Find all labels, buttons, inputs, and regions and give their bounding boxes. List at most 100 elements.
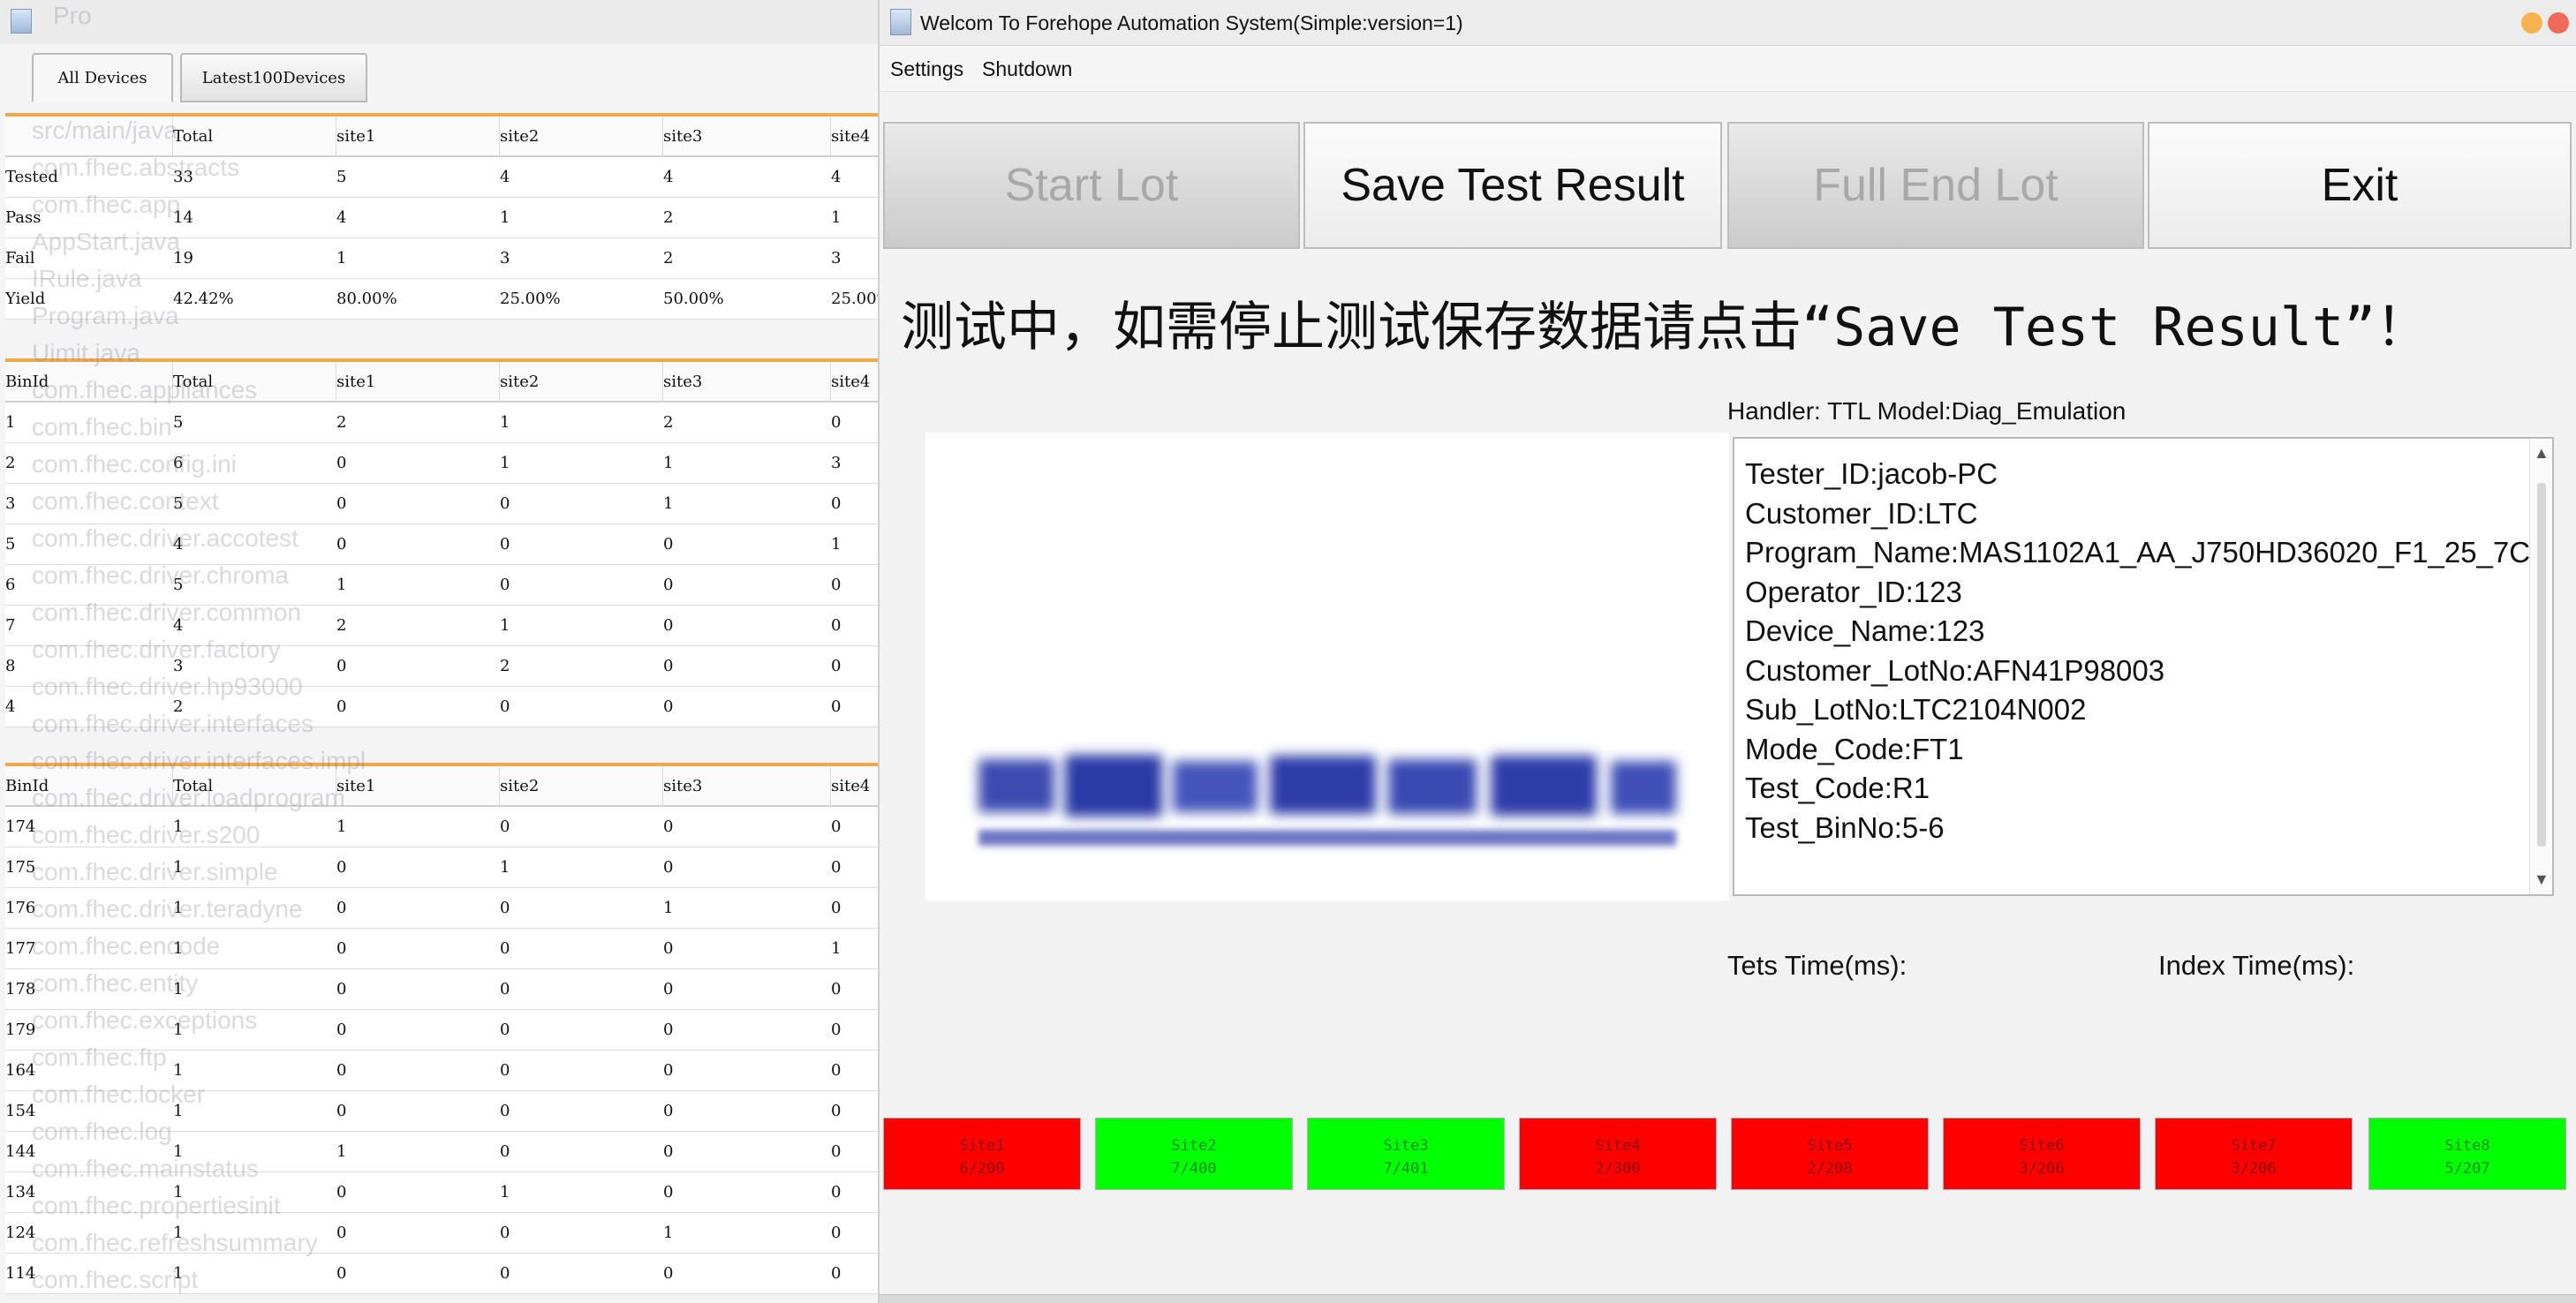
- table-row[interactable]: 175 1 0 1 0 0: [5, 847, 878, 888]
- table-cell: 1: [831, 208, 842, 227]
- table-row[interactable]: 164 1 0 0 0 0: [5, 1051, 878, 1091]
- scroll-up-icon[interactable]: ▲: [2534, 444, 2550, 463]
- table-cell: 175: [5, 858, 36, 877]
- table-cell: 33: [173, 168, 193, 186]
- site-6-status: Site6 3/206: [1943, 1118, 2141, 1190]
- table-row[interactable]: 5 4 0 0 0 1: [5, 524, 878, 565]
- table-cell: 0: [500, 817, 510, 836]
- close-button[interactable]: [2548, 12, 2569, 34]
- table-cell: 1: [173, 939, 184, 958]
- table-cell: 0: [336, 1102, 347, 1120]
- table-row[interactable]: 1 5 2 1 2 0: [5, 403, 878, 443]
- table-cell: 1: [500, 413, 510, 432]
- table-cell: 0: [500, 535, 510, 554]
- table-cell: 0: [663, 697, 674, 716]
- table-row[interactable]: 6 5 1 0 0 0: [5, 565, 878, 606]
- menu-shutdown[interactable]: Shutdown: [982, 46, 1072, 92]
- table-row[interactable]: 7 4 2 1 0 0: [5, 606, 878, 646]
- table-cell: 4: [5, 697, 16, 716]
- table-cell: 0: [663, 980, 674, 998]
- table-cell: Tested: [5, 168, 58, 186]
- table-cell: 0: [500, 899, 510, 917]
- table-cell: 0: [500, 1021, 510, 1039]
- table-cell: 174: [5, 817, 36, 836]
- column-header: [5, 117, 173, 157]
- site-5-status: Site5 2/208: [1731, 1118, 1929, 1190]
- table-row[interactable]: 3 5 0 0 1 0: [5, 484, 878, 524]
- scroll-down-icon[interactable]: ▼: [2534, 870, 2550, 889]
- summary-table: Total site1 site2 site3 site4 Tested 33 5 4 4 4 Pas…: [5, 113, 878, 320]
- exit-button[interactable]: Exit: [2148, 122, 2572, 249]
- column-header: site3: [663, 766, 831, 807]
- table-cell: 5: [173, 576, 184, 594]
- table-row[interactable]: Yield 42.42% 80.00% 25.00% 50.00% 25.00%: [5, 279, 878, 320]
- status-bar: [880, 1294, 2576, 1303]
- minimize-button[interactable]: [2521, 12, 2542, 34]
- menu-settings[interactable]: Settings: [890, 46, 963, 92]
- table-row[interactable]: 179 1 0 0 0 0: [5, 1010, 878, 1051]
- tab-all-devices[interactable]: All Devices: [32, 53, 173, 102]
- table-row[interactable]: 154 1 0 0 0 0: [5, 1091, 878, 1132]
- table-row[interactable]: 4 2 0 0 0 0: [5, 687, 878, 727]
- table-row[interactable]: 176 1 0 0 1 0: [5, 888, 878, 929]
- company-logo: [925, 433, 1729, 900]
- table-cell: 1: [336, 576, 347, 594]
- column-header: BinId: [5, 362, 173, 403]
- table-cell: 14: [173, 208, 193, 227]
- app-icon: [890, 9, 911, 35]
- lot-info-textarea[interactable]: Tester_ID:jacob-PC Customer_ID:LTC Program…: [1733, 437, 2554, 896]
- table-cell: 2: [663, 413, 674, 432]
- info-line: Operator_ID:123: [1745, 575, 1962, 608]
- save-test-result-button[interactable]: Save Test Result: [1303, 122, 1722, 249]
- table-cell: 1: [663, 454, 674, 472]
- site-4-status: Site4 2/300: [1519, 1118, 1717, 1190]
- table-row[interactable]: 174 1 1 0 0 0: [5, 807, 878, 847]
- site-3-status: Site3 7/401: [1307, 1118, 1505, 1190]
- table-cell: 0: [831, 1102, 842, 1120]
- table-cell: 0: [831, 657, 842, 675]
- full-end-lot-button[interactable]: Full End Lot: [1727, 122, 2144, 249]
- table-cell: Yield: [5, 290, 46, 308]
- table-cell: 0: [663, 1061, 674, 1080]
- table-cell: 5: [5, 535, 16, 554]
- table-row[interactable]: 2 6 0 1 1 3: [5, 443, 878, 484]
- site-7-status: Site7 3/206: [2155, 1118, 2353, 1190]
- tab-latest100-devices[interactable]: Latest100Devices: [180, 53, 367, 102]
- table-cell: 0: [663, 817, 674, 836]
- table-cell: 0: [831, 576, 842, 594]
- table-cell: 0: [663, 1264, 674, 1283]
- info-line: Device_Name:123: [1745, 614, 1985, 647]
- table-row[interactable]: Pass 14 4 1 2 1: [5, 198, 878, 238]
- table-row[interactable]: 114 1 0 0 0 0: [5, 1254, 878, 1294]
- table-cell: 124: [5, 1224, 36, 1242]
- table-cell: 7: [5, 616, 16, 635]
- start-lot-button[interactable]: Start Lot: [883, 122, 1300, 249]
- table-cell: 1: [831, 939, 842, 958]
- info-scrollbar[interactable]: ▲ ▼: [2529, 439, 2552, 894]
- table-row[interactable]: 124 1 0 0 1 0: [5, 1213, 878, 1254]
- column-header: site4: [831, 362, 878, 403]
- site-count: 7/401: [1383, 1160, 1429, 1178]
- table-cell: 1: [173, 1224, 184, 1242]
- table-cell: 154: [5, 1102, 36, 1120]
- table-cell: 4: [173, 616, 184, 635]
- table-cell: 4: [336, 208, 347, 227]
- table-row[interactable]: 177 1 0 0 0 1: [5, 929, 878, 969]
- table-header-row: BinId Total site1 site2 site3 site4: [5, 362, 878, 403]
- table-cell: 3: [500, 249, 510, 267]
- table-cell: 0: [336, 657, 347, 675]
- table-cell: 2: [173, 697, 184, 716]
- table-row[interactable]: Fail 19 1 3 2 3: [5, 238, 878, 279]
- table-cell: 0: [831, 413, 842, 432]
- table-row[interactable]: 134 1 0 1 0 0: [5, 1172, 878, 1213]
- site-name: Site1: [959, 1137, 1005, 1155]
- table-cell: 4: [831, 168, 842, 186]
- table-row[interactable]: 178 1 0 0 0 0: [5, 969, 878, 1010]
- table-row[interactable]: 144 1 1 0 0 0: [5, 1132, 878, 1172]
- site-8-status: Site8 5/207: [2368, 1118, 2566, 1190]
- scroll-thumb[interactable]: [2537, 483, 2546, 847]
- lot-info-lines: Tester_ID:jacob-PC Customer_ID:LTC Program…: [1745, 455, 2530, 847]
- table-row[interactable]: 8 3 0 2 0 0: [5, 646, 878, 687]
- table-cell: 0: [500, 1102, 510, 1120]
- table-row[interactable]: Tested 33 5 4 4 4: [5, 157, 878, 198]
